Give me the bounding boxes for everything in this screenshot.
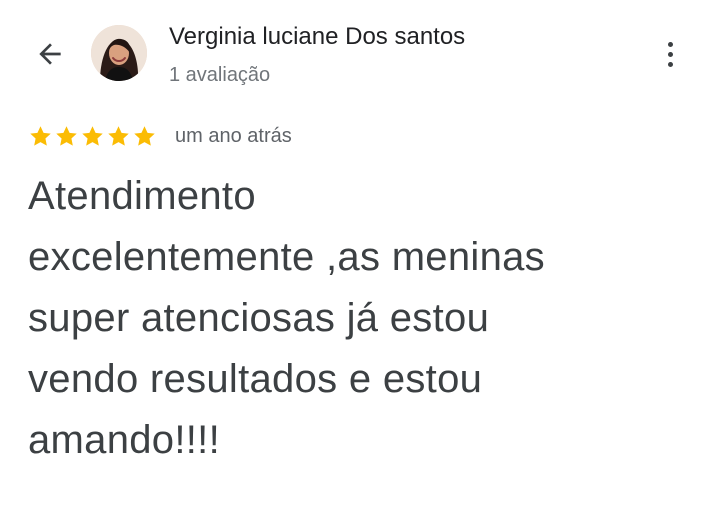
more-vert-icon [667,61,673,67]
profile-photo [91,25,147,81]
more-vert-icon [667,41,673,47]
star-icon [82,125,103,146]
more-options-button[interactable] [655,34,685,74]
reviewer-name[interactable]: Verginia luciane Dos santos [169,22,465,52]
star-icon [30,125,51,146]
star-icon [108,125,129,146]
reviewer-header: Verginia luciane Dos santos 1 avaliação [0,0,720,108]
rating-row: um ano atrás [28,121,292,151]
star-icon [56,125,77,146]
review-date: um ano atrás [175,125,292,147]
review-text: Atendimento excelentemente ,as meninas s… [28,174,545,462]
star-rating [28,124,157,149]
more-vert-icon [667,51,673,57]
arrow-back-icon [39,43,61,65]
avatar[interactable] [91,25,147,81]
star-icon [134,125,155,146]
review-screen: Verginia luciane Dos santos 1 avaliação … [0,0,720,511]
review-count: 1 avaliação [169,64,271,86]
back-button[interactable] [30,36,70,72]
